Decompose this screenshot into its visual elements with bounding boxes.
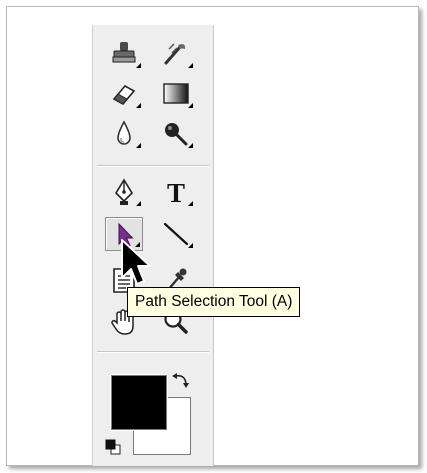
flyout-indicator [188, 243, 193, 248]
flyout-indicator [188, 63, 193, 68]
dodge-tool[interactable] [157, 117, 195, 151]
flyout-indicator [188, 103, 193, 108]
flyout-indicator [136, 143, 141, 148]
eraser-tool[interactable] [105, 77, 143, 111]
flyout-indicator [136, 201, 141, 206]
flyout-indicator [188, 143, 193, 148]
mouse-cursor-icon [121, 239, 151, 285]
flyout-indicator [188, 201, 193, 206]
tooltip: Path Selection Tool (A) [127, 287, 301, 317]
gradient-tool[interactable] [157, 77, 195, 111]
history-brush-tool[interactable] [157, 37, 195, 71]
tool-group-separator [97, 165, 209, 167]
swap-colors-icon[interactable] [171, 371, 191, 389]
svg-text:T: T [167, 178, 185, 207]
foreground-color-swatch[interactable] [110, 374, 168, 431]
tooltip-text: Path Selection Tool (A) [135, 293, 293, 310]
default-colors-icon[interactable] [105, 439, 121, 455]
flyout-indicator [136, 103, 141, 108]
tool-group-separator [97, 351, 209, 353]
flyout-indicator [136, 63, 141, 68]
blur-tool[interactable] [105, 117, 143, 151]
type-tool[interactable]: T [157, 175, 195, 209]
clone-stamp-tool[interactable] [105, 37, 143, 71]
line-tool[interactable] [157, 217, 195, 251]
pen-tool[interactable] [105, 175, 143, 209]
screenshot-frame: T [6, 6, 419, 466]
